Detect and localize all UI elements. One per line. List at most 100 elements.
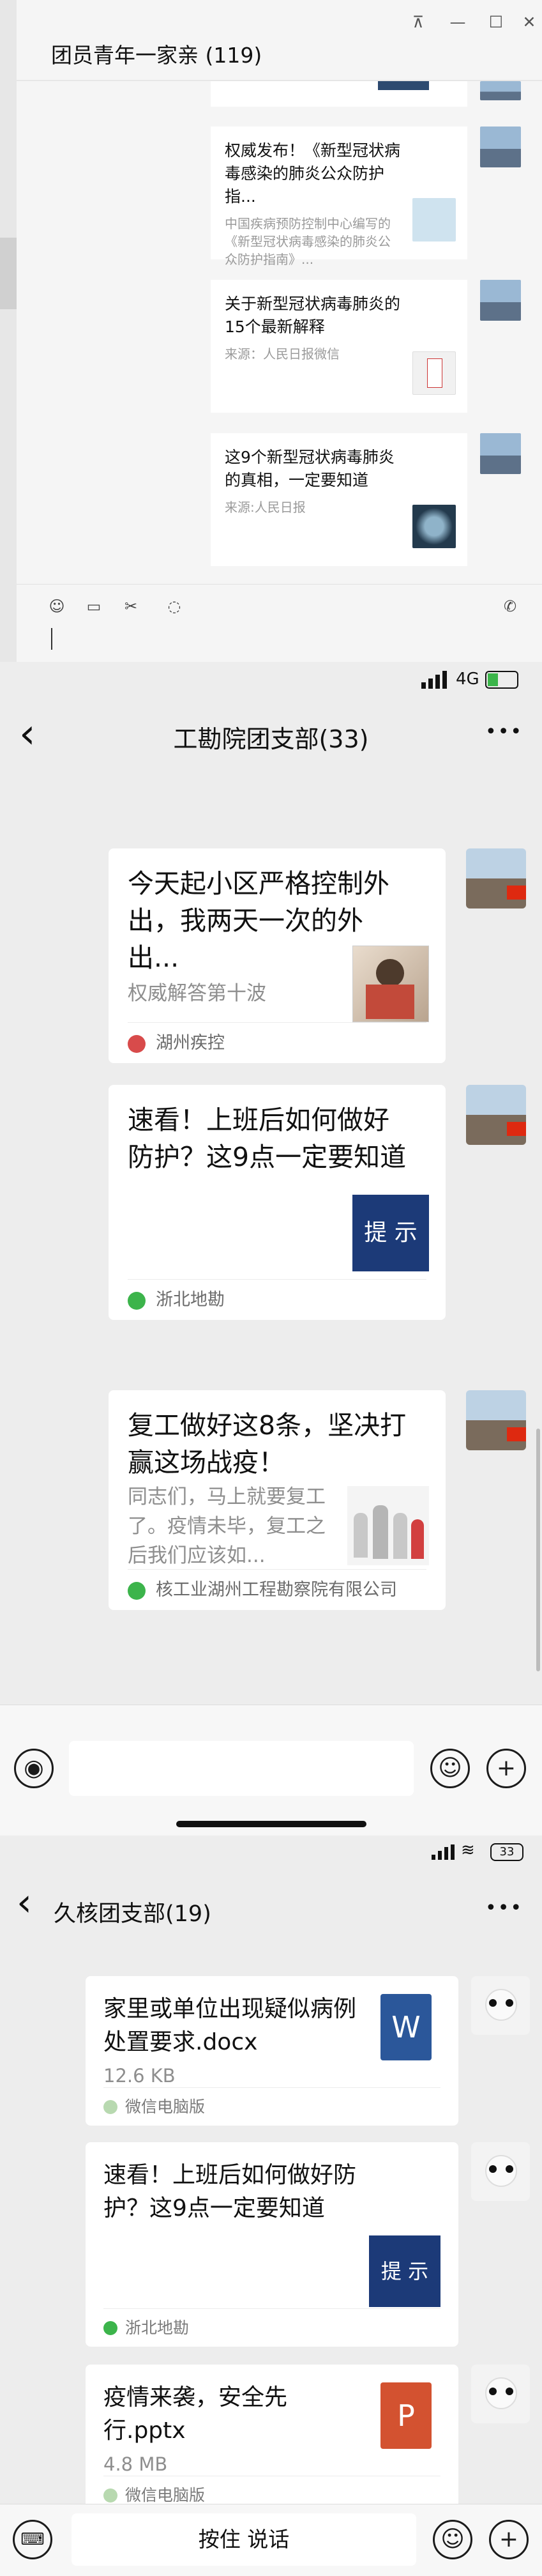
article-thumbnail: 提 示 [352,1195,429,1271]
avatar[interactable] [466,848,526,908]
avatar[interactable] [480,280,521,321]
article-thumbnail [412,505,456,548]
article-message[interactable]: 速看！上班后如何做好防护？这9点一定要知道 提 示 浙北地勘 [86,2142,458,2347]
close-button[interactable]: ✕ [518,13,540,31]
more-icon[interactable]: ••• [485,721,523,743]
article-title: 复工做好这8条，坚决打赢这场战疫！ [128,1410,407,1478]
add-icon[interactable]: + [486,1749,526,1788]
avatar[interactable] [466,1390,526,1450]
article-thumbnail: 提 示 [369,2235,440,2307]
source-logo-icon [103,2321,117,2335]
more-icon[interactable]: ••• [485,1897,523,1919]
article-title: 这9个新型冠状病毒肺炎的真相，一定要知道 [225,448,395,489]
selected-chat-indicator [0,238,17,309]
avatar[interactable] [466,1085,526,1145]
article-message[interactable]: 今天起小区严格控制外出，我两天一次的外出... 权威解答第十波 湖州疾控 [109,848,446,1063]
panda-eye [506,1999,513,2007]
maximize-button[interactable]: ☐ [485,13,507,31]
article-message[interactable]: 关于新型冠状病毒肺炎的15个最新解释 来源：人民日报微信 [211,280,467,413]
file-size: 12.6 KB [103,2065,176,2087]
press-to-talk-button[interactable]: 按住 说话 [72,2513,416,2566]
file-message[interactable]: 家里或单位出现疑似病例处置要求.docx 12.6 KB W 微信电脑版 [86,1976,458,2126]
panda-eye [506,2165,513,2173]
emoji-icon[interactable]: ☺ [433,2520,472,2559]
source-bar: 湖州疾控 [128,1022,426,1063]
chat-list-edge [0,0,17,662]
emoji-icon[interactable]: ☺ [430,1749,470,1788]
article-title: 关于新型冠状病毒肺炎的15个最新解释 [225,295,401,336]
message-input-area[interactable]: ☺ ▭ ✂ ◌ ✆ [17,584,542,662]
person-head [376,959,404,987]
panda-eye [489,2165,497,2173]
folder-icon[interactable]: ▭ [83,597,105,619]
avatar[interactable] [471,2365,530,2423]
avatar[interactable] [471,2142,530,2201]
article-title: 速看！上班后如何做好防护？这9点一定要知道 [103,2162,357,2221]
source-name: 浙北地勘 [156,1290,225,1310]
article-message[interactable]: 速看！上班后如何做好防护？这9点一定要知道 提 示 浙北地勘 [109,1085,446,1320]
article-thumbnail [412,198,456,241]
chat-title: 团员青年一家亲 (119) [51,43,262,68]
source-logo-icon [128,1035,146,1053]
flag-icon [507,1122,526,1136]
avatar[interactable] [471,1976,530,2035]
source-name: 微信电脑版 [125,2097,206,2116]
figure-shape [354,1513,368,1558]
panda-eye [489,1999,497,2007]
source-name: 湖州疾控 [156,1033,225,1053]
keyboard-icon[interactable]: ⌨ [13,2520,52,2559]
figure-shape [393,1513,407,1559]
text-cursor [51,628,52,650]
source-name: 微信电脑版 [125,2486,206,2504]
avatar[interactable] [480,81,521,100]
message-input[interactable] [69,1741,414,1796]
article-thumbnail [352,946,429,1022]
wechat-pc-icon [103,2488,117,2503]
file-name: 疫情来袭，安全先行.pptx [103,2384,288,2444]
voice-icon[interactable]: ◉ [14,1749,54,1788]
previous-message-card-tail [211,81,467,107]
chat-history-icon[interactable]: ◌ [163,597,185,619]
source-bar: 浙北地勘 [128,1279,426,1320]
scrollbar[interactable] [536,1429,540,1671]
article-message[interactable]: 权威发布！《新型冠状病毒感染的肺炎公众防护指... 中国疾病预防控制中心编写的《… [211,126,467,267]
flag-icon [507,1427,526,1441]
avatar[interactable] [480,126,521,167]
phone-icon[interactable]: ✆ [499,597,521,619]
battery-level [488,673,498,686]
home-indicator [176,1821,366,1827]
pin-window-button[interactable]: ⊼ [407,13,429,31]
chat-title: 久核团支部(19) [54,1901,211,1927]
emoji-icon[interactable]: ☺ [46,597,68,619]
file-size: 4.8 MB [103,2453,168,2475]
article-desc: 来源:人民日报 [225,500,306,515]
source-bar: 核工业湖州工程勘察院有限公司 [128,1569,426,1610]
thumbnail-fragment [378,81,429,90]
file-message[interactable]: 疫情来袭，安全先行.pptx 4.8 MB P 微信电脑版 [86,2365,458,2514]
avatar[interactable] [480,433,521,474]
article-thumbnail [412,351,456,395]
panda-eye [489,2388,497,2395]
panda-eye [506,2388,513,2395]
wifi-icon: ≋ [461,1841,475,1860]
powerpoint-file-icon: P [380,2382,432,2449]
article-title: 权威发布！《新型冠状病毒感染的肺炎公众防护指... [225,141,401,206]
article-thumbnail [347,1486,429,1565]
network-label: 4G [456,670,479,689]
minimize-button[interactable]: — [447,13,469,31]
person-body [366,985,414,1019]
input-bar: ⌨ 按住 说话 ☺ + [0,2504,542,2576]
article-desc: 同志们，马上就要复工了。疫情未毕，复工之后我们应该如... [128,1485,326,1567]
back-icon[interactable]: ‹ [17,1880,32,1925]
article-desc: 来源：人民日报微信 [225,346,340,362]
status-bar: 4G [0,662,542,698]
scissors-icon[interactable]: ✂ [120,597,142,619]
mobile-chat-screen: 4G ‹ 工勘院团支部(33) ••• 今天起小区严格控制外出，我两天一次的外出… [0,662,542,1836]
article-title: 速看！上班后如何做好防护？这9点一定要知道 [128,1105,407,1172]
add-icon[interactable]: + [489,2520,529,2559]
signal-icon [432,1844,455,1860]
flag-icon [507,885,526,900]
article-message[interactable]: 复工做好这8条，坚决打赢这场战疫！ 同志们，马上就要复工了。疫情未毕，复工之后我… [109,1390,446,1610]
article-message[interactable]: 这9个新型冠状病毒肺炎的真相，一定要知道 来源:人民日报 [211,433,467,566]
figure-shape [411,1519,424,1559]
